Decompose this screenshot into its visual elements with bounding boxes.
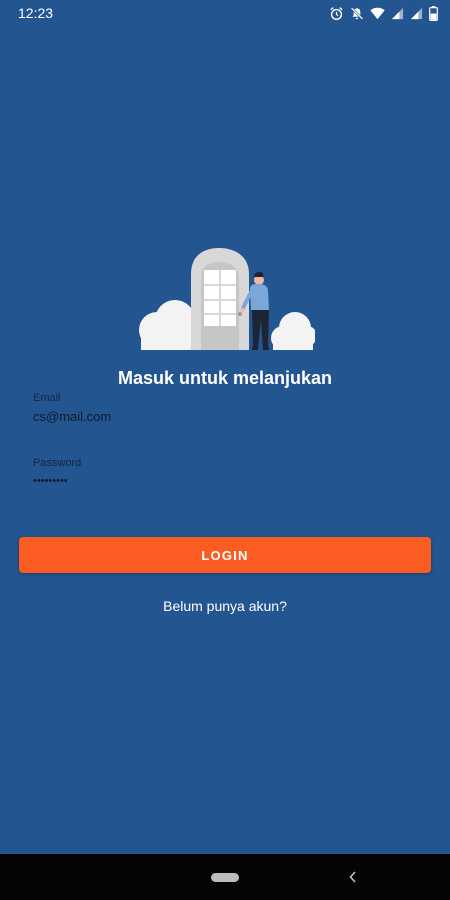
email-label: Email (33, 392, 61, 404)
alarm-icon (329, 6, 344, 21)
status-time: 12:23 (18, 5, 54, 21)
battery-icon (429, 5, 438, 21)
email-input[interactable] (33, 408, 413, 424)
back-chevron-icon[interactable] (346, 867, 360, 887)
wifi-icon (370, 7, 385, 20)
signal-icon (410, 7, 423, 20)
left-cloud-icon (139, 300, 200, 350)
password-field: Password ••••••••• (33, 457, 423, 489)
password-input[interactable]: ••••••••• (33, 473, 423, 489)
login-button[interactable]: LOGIN (19, 537, 431, 573)
status-bar: 12:23 (0, 0, 450, 26)
right-cloud-icon (271, 312, 317, 350)
door-icon (191, 248, 249, 350)
status-icons (329, 4, 438, 22)
navigation-bar (0, 854, 450, 900)
home-pill-icon[interactable] (211, 873, 239, 882)
password-label: Password (33, 457, 82, 469)
notifications-off-icon (350, 6, 364, 21)
page-title: Masuk untuk melanjukan (117, 368, 333, 388)
email-field: Email (33, 392, 423, 424)
person-opening-door-illustration (135, 244, 317, 356)
signal-icon (391, 7, 404, 20)
register-link[interactable]: Belum punya akun? (0, 598, 450, 614)
